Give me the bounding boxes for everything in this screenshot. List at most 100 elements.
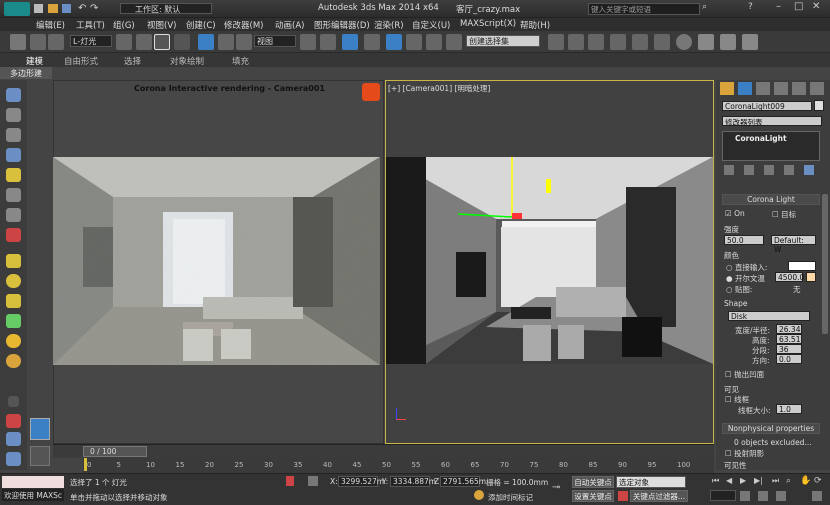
target-checkbox[interactable]: ☐ 目标 bbox=[772, 209, 796, 220]
prev-frame-icon[interactable]: ◀ bbox=[726, 476, 732, 485]
menu-item-3[interactable]: 视图(V) bbox=[147, 19, 176, 31]
object-name-field[interactable]: CoronaLight009 bbox=[722, 101, 812, 111]
map-radio[interactable]: ○ 贴图: bbox=[726, 284, 752, 295]
next-frame-icon[interactable]: ▶| bbox=[754, 476, 763, 485]
modifier-list-dropdown[interactable]: 修改器列表 bbox=[722, 116, 822, 127]
mirror-icon[interactable] bbox=[548, 34, 564, 50]
configure-sets-icon[interactable] bbox=[804, 165, 814, 175]
viewport-tool-icon-8[interactable] bbox=[6, 228, 21, 242]
map-button[interactable]: 无 bbox=[793, 284, 801, 295]
keyboard-shortcut-icon[interactable] bbox=[342, 34, 358, 50]
z-coordinate-field[interactable]: 2791.565m bbox=[440, 476, 486, 487]
selected-object-dropdown[interactable]: 选定对象 bbox=[616, 476, 686, 488]
object-color-swatch[interactable] bbox=[814, 100, 824, 111]
maxscript-welcome[interactable]: 欢迎使用 MAXSc bbox=[2, 489, 64, 501]
corona-logo-icon[interactable] bbox=[362, 83, 380, 101]
play-icon[interactable]: ▶ bbox=[740, 476, 746, 485]
sphere-primitive-icon[interactable] bbox=[6, 274, 21, 288]
light-tool-icon[interactable] bbox=[6, 168, 21, 182]
absolute-mode-icon[interactable] bbox=[308, 476, 318, 486]
viewport-layout-button[interactable] bbox=[30, 418, 50, 440]
maxscript-listener[interactable] bbox=[2, 476, 64, 488]
add-time-tag-icon[interactable] bbox=[474, 490, 484, 500]
go-to-end-icon[interactable]: ⏭ bbox=[772, 476, 779, 486]
kelvin-field[interactable]: 4500.0 bbox=[775, 272, 804, 282]
help-icon[interactable]: ? bbox=[748, 2, 753, 12]
lock-selection-icon[interactable] bbox=[286, 476, 294, 486]
key-mode-icon[interactable]: ⊸ bbox=[552, 482, 560, 493]
viewport-tool-icon-1[interactable] bbox=[6, 88, 21, 102]
set-key-button[interactable]: 设置关键点 bbox=[572, 490, 614, 502]
app-logo-icon[interactable] bbox=[4, 2, 30, 16]
search-icon[interactable]: ⌕ bbox=[702, 2, 707, 12]
select-object-icon[interactable] bbox=[116, 34, 132, 50]
angle-snap-icon[interactable] bbox=[386, 34, 402, 50]
viewport-tool-icon-2[interactable] bbox=[6, 108, 21, 122]
motion-tab-icon[interactable] bbox=[774, 82, 788, 95]
ribbon-tab-4[interactable]: 填充 bbox=[232, 55, 249, 67]
viewport-layout-grid-icon[interactable] bbox=[30, 446, 50, 466]
scale-icon[interactable] bbox=[236, 34, 252, 50]
save-icon[interactable] bbox=[62, 4, 71, 13]
wire-size-field[interactable]: 1.0 bbox=[776, 404, 802, 414]
camera-viewport-label[interactable]: [+] [Camera001] [明暗处理] bbox=[388, 83, 490, 94]
viewport-tool-icon-6[interactable] bbox=[6, 188, 21, 202]
cast-shadow-checkbox[interactable]: ☐ 投射阴影 bbox=[725, 448, 764, 459]
corona-light-rollout[interactable]: Corona Light bbox=[722, 194, 820, 205]
add-time-tag-button[interactable]: 添加时间标记 bbox=[488, 492, 533, 503]
viewport-tool-icon-3[interactable] bbox=[6, 128, 21, 142]
time-slider[interactable]: 0 / 100 bbox=[53, 444, 714, 458]
menu-item-2[interactable]: 组(G) bbox=[113, 19, 135, 31]
scene-explorer-icon[interactable] bbox=[610, 34, 626, 50]
shape-dropdown[interactable]: Disk bbox=[728, 311, 810, 321]
spinner-snap-icon[interactable] bbox=[426, 34, 442, 50]
menu-item-9[interactable]: 自定义(U) bbox=[412, 19, 450, 31]
unlink-icon[interactable] bbox=[48, 34, 64, 50]
menu-item-5[interactable]: 修改器(M) bbox=[224, 19, 263, 31]
kelvin-radio[interactable]: ● 开尔文温 bbox=[726, 273, 765, 284]
field-of-view-icon[interactable] bbox=[758, 491, 768, 501]
direct-color-swatch[interactable] bbox=[788, 261, 816, 271]
schematic-view-icon[interactable] bbox=[654, 34, 670, 50]
ribbon-tab-1[interactable]: 自由形式 bbox=[64, 55, 98, 67]
sun-light-icon[interactable] bbox=[6, 334, 21, 348]
utilities-tab-icon[interactable] bbox=[810, 82, 824, 95]
timeline-ticks[interactable]: 0 5 10 15 20 25 30 35 40 45 50 55 60 65 70 75 80 85 90 95 10… bbox=[83, 458, 714, 473]
time-slider-thumb[interactable]: 0 / 100 bbox=[83, 446, 147, 457]
ribbon-tab-3[interactable]: 对象绘制 bbox=[170, 55, 204, 67]
select-manipulate-icon[interactable] bbox=[320, 34, 336, 50]
move-icon[interactable] bbox=[198, 34, 214, 50]
undo-icon[interactable]: ↶ bbox=[78, 3, 86, 14]
key-filters-button[interactable]: 关键点过滤器... bbox=[630, 490, 688, 502]
plane-primitive-icon[interactable] bbox=[6, 254, 21, 268]
width-field[interactable]: 26.34 bbox=[776, 324, 802, 334]
auto-key-button[interactable]: 自动关键点 bbox=[572, 476, 614, 488]
torus-primitive-icon[interactable] bbox=[6, 354, 21, 368]
open-icon[interactable] bbox=[48, 4, 58, 13]
ribbon-subtab[interactable]: 多边形建模 bbox=[0, 67, 52, 89]
modify-tab-icon[interactable] bbox=[738, 82, 752, 95]
go-to-start-icon[interactable]: ⏮ bbox=[712, 476, 719, 486]
workspace-dropdown[interactable]: 工作区: 默认 bbox=[120, 3, 212, 14]
helper-tool-icon[interactable] bbox=[6, 432, 21, 446]
menu-item-10[interactable]: MAXScript(X) bbox=[460, 19, 516, 29]
menu-item-7[interactable]: 图形编辑器(D) bbox=[314, 19, 370, 31]
direct-input-radio[interactable]: ○ 直接输入: bbox=[726, 262, 767, 273]
height-field[interactable]: 63.51 bbox=[776, 334, 802, 344]
segments-field[interactable]: 36 bbox=[776, 344, 802, 354]
menu-item-0[interactable]: 编辑(E) bbox=[36, 19, 65, 31]
remove-modifier-icon[interactable] bbox=[784, 165, 794, 175]
maximize-icon[interactable]: □ bbox=[794, 1, 803, 12]
intensity-unit-dropdown[interactable]: Default: W bbox=[771, 235, 816, 254]
named-selection-set-input[interactable]: 创建选择集 bbox=[466, 35, 540, 47]
pivot-icon[interactable] bbox=[300, 34, 316, 50]
select-by-name-icon[interactable] bbox=[136, 34, 152, 50]
kelvin-color-swatch[interactable] bbox=[806, 272, 816, 282]
render-setup-icon[interactable] bbox=[698, 34, 714, 50]
snap-toggle-icon[interactable] bbox=[364, 34, 380, 50]
hierarchy-tab-icon[interactable] bbox=[756, 82, 770, 95]
y-coordinate-field[interactable]: 3334.887m bbox=[390, 476, 436, 487]
undo-toolbar-icon[interactable] bbox=[10, 34, 26, 50]
close-icon[interactable]: ✕ bbox=[812, 1, 820, 12]
pin-stack-icon[interactable] bbox=[724, 165, 734, 175]
